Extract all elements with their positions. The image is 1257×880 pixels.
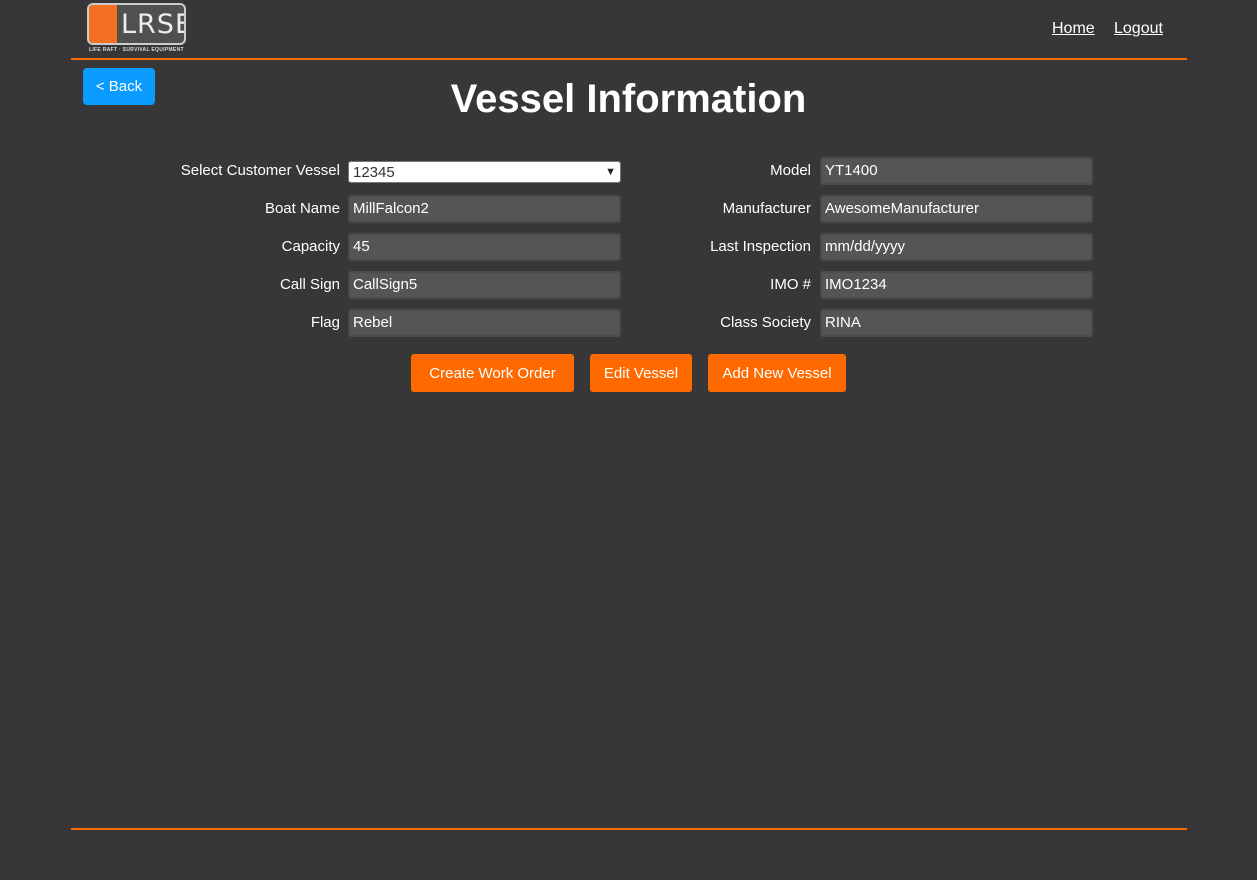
footer-divider [71, 828, 1187, 830]
home-link[interactable]: Home [1052, 20, 1095, 38]
class-society-input[interactable]: RINA [820, 309, 1093, 337]
header-divider [71, 58, 1187, 60]
edit-vessel-button[interactable]: Edit Vessel [590, 354, 692, 392]
create-work-order-button[interactable]: Create Work Order [411, 354, 574, 392]
field-label: Flag [310, 314, 340, 331]
logo[interactable]: LRSE LIFE RAFT · SURVIVAL EQUIPMENT [87, 3, 187, 55]
model-input[interactable]: YT1400 [820, 157, 1093, 185]
logout-link[interactable]: Logout [1114, 20, 1163, 38]
field-label: Manufacturer [722, 200, 811, 217]
field-label: IMO # [770, 276, 811, 293]
imo-input[interactable]: IMO1234 [820, 271, 1093, 299]
raft-icon [89, 5, 117, 43]
field-label: Class Society [720, 314, 811, 331]
add-new-vessel-button[interactable]: Add New Vessel [708, 354, 846, 392]
field-label: Model [770, 162, 811, 179]
field-label: Call Sign [279, 276, 340, 293]
manufacturer-input[interactable]: AwesomeManufacturer [820, 195, 1093, 223]
select-value: 12345 [353, 163, 395, 181]
last-inspection-input[interactable]: mm/dd/yyyy [820, 233, 1093, 261]
field-label: Last Inspection [710, 238, 811, 255]
field-label: Boat Name [264, 200, 340, 217]
page-title: Vessel Information [450, 77, 807, 121]
field-label: Select Customer Vessel [180, 162, 340, 179]
field-label: Capacity [281, 238, 340, 255]
